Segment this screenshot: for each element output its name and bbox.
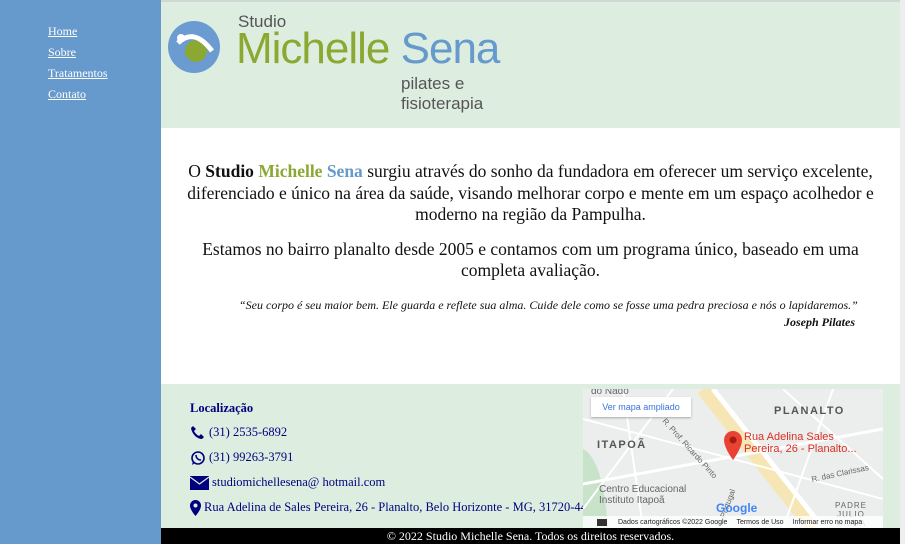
map-terms-link[interactable]: Termos de Uso — [736, 519, 783, 526]
sidebar: Home Sobre Tratamentos Contato — [0, 0, 161, 544]
logo-first: Michelle — [236, 24, 390, 73]
map-marker-icon[interactable] — [723, 431, 743, 461]
map-label-planalto: PLANALTO — [774, 405, 845, 417]
phone-icon — [191, 425, 204, 439]
intro-paragraph: O Studio Michelle Sena surgiu através do… — [161, 161, 900, 226]
keyboard-icon[interactable] — [597, 519, 607, 526]
about-section: O Studio Michelle Sena surgiu através do… — [161, 128, 900, 384]
logo-name: Michelle Sena — [236, 24, 501, 74]
logo-subtitle: pilates e fisioterapia — [401, 74, 484, 113]
map-data-credit: Dados cartográficos ©2022 Google — [618, 518, 728, 526]
google-logo: Google — [716, 501, 758, 515]
view-larger-map-button[interactable]: Ver mapa ampliado — [591, 397, 691, 417]
contact-info: Localização (31) 2535-6892 (31) 99263-37… — [190, 401, 593, 520]
nav-contato[interactable]: Contato — [48, 84, 161, 105]
map-report-link[interactable]: Informar erro no mapa — [793, 519, 863, 526]
address: Rua Adelina de Sales Pereira, 26 - Plana… — [204, 500, 594, 514]
map-label-top: do Nado — [591, 389, 629, 397]
map-footer: Dados cartográficos ©2022 Google Termos … — [583, 516, 883, 528]
phone-number[interactable]: (31) 2535-6892 — [209, 425, 287, 440]
nav-home[interactable]: Home — [48, 21, 161, 42]
quote: “Seu corpo é seu maior bem. Ele guarda e… — [239, 297, 858, 312]
map-label-school: Centro Educacional Instituto Itapoã — [599, 484, 687, 506]
whatsapp-icon — [191, 450, 205, 465]
map-label-itapoa: ITAPOÃ — [597, 439, 647, 451]
intro-michelle: Michelle — [258, 161, 323, 181]
nav-sobre[interactable]: Sobre — [48, 42, 161, 63]
email[interactable]: studiomichellesena@ hotmail.com — [212, 475, 385, 490]
nav-tratamentos[interactable]: Tratamentos — [48, 63, 161, 84]
main-nav: Home Sobre Tratamentos Contato — [0, 0, 161, 105]
intro-studio: Studio — [205, 161, 254, 181]
location-section: Localização (31) 2535-6892 (31) 99263-37… — [161, 384, 900, 528]
envelope-icon — [190, 475, 209, 490]
logo-last: Sena — [400, 24, 501, 73]
logo-icon — [168, 21, 220, 73]
whatsapp-number[interactable]: (31) 99263-3791 — [209, 450, 293, 465]
copyright: © 2022 Studio Michelle Sena. Todos os di… — [161, 528, 900, 544]
page-edge — [900, 0, 905, 544]
intro-prefix: O — [188, 161, 206, 181]
second-paragraph: Estamos no bairro planalto desde 2005 e … — [202, 238, 859, 281]
embedded-map[interactable]: do Nado Ver mapa ampliado PLANALTO ITAPO… — [583, 389, 883, 528]
map-pin-icon — [190, 499, 201, 516]
header: Studio Michelle Sena pilates e fisiotera… — [161, 0, 900, 128]
quote-author: Joseph Pilates — [784, 314, 855, 329]
logo: Studio Michelle Sena pilates e fisiotera… — [168, 8, 548, 113]
map-marker-label: Rua Adelina Sales Pereira, 26 - Planalto… — [744, 431, 857, 455]
intro-sena: Sena — [326, 161, 363, 181]
location-title: Localização — [190, 401, 254, 415]
